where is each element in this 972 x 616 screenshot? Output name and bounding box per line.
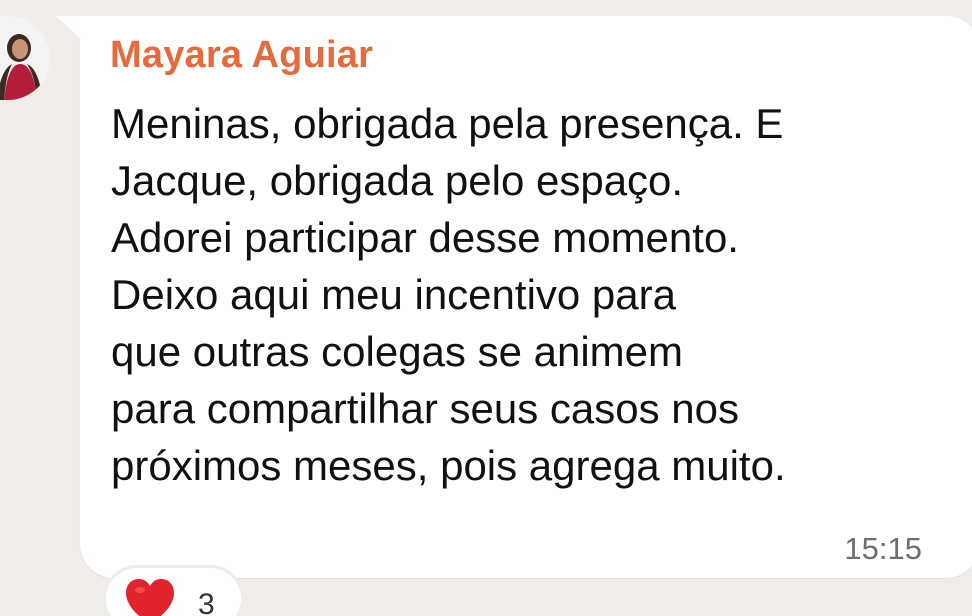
sender-name[interactable]: Mayara Aguiar — [110, 34, 373, 77]
message-line: que outras colegas se animem — [111, 328, 683, 375]
message-line: Deixo aqui meu incentivo para — [111, 271, 676, 318]
chat-screen: Mayara Aguiar Meninas, obrigada pela pre… — [0, 0, 972, 616]
avatar-photo — [0, 16, 50, 100]
message-line: para compartilhar seus casos nos — [111, 385, 739, 432]
message-line: Meninas, obrigada pela presença. E — [111, 100, 784, 147]
sender-avatar[interactable] — [0, 16, 50, 100]
heart-icon — [122, 576, 178, 616]
message-time: 15:15 — [844, 531, 922, 566]
message-line: próximos meses, pois agrega muito. — [111, 442, 786, 489]
message-line: Jacque, obrigada pelo espaço. — [111, 157, 684, 204]
reaction-pill[interactable]: 3 — [106, 568, 241, 616]
message-bubble-tail — [56, 16, 82, 40]
message-line: Adorei participar desse momento. — [111, 214, 739, 261]
reaction-count: 3 — [198, 588, 215, 616]
message-text: Meninas, obrigada pela presença. E Jacqu… — [111, 95, 951, 494]
message-bubble[interactable]: Mayara Aguiar Meninas, obrigada pela pre… — [80, 16, 972, 578]
